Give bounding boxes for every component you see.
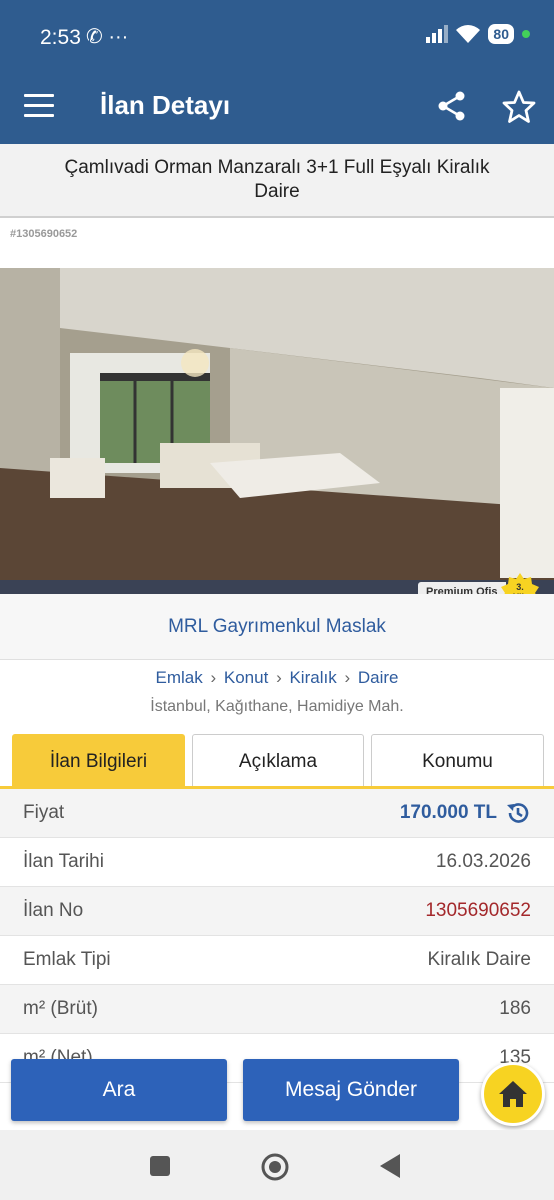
row-value: 186 [499, 998, 531, 1019]
listing-title: Çamlıvadi Orman Manzaralı 3+1 Full Eşyal… [0, 144, 554, 218]
row-label: İlan No [23, 900, 84, 921]
breadcrumb-item-konut[interactable]: Konut [224, 668, 268, 687]
table-row: İlan No 1305690652 [0, 887, 554, 936]
svg-text:3.: 3. [516, 582, 524, 592]
row-value: 16.03.2026 [435, 851, 531, 872]
home-nav-icon[interactable] [260, 1152, 290, 1182]
breadcrumb-item-kiralik[interactable]: Kiralık [289, 668, 336, 687]
room-photo-illustration [0, 268, 554, 580]
status-bar: 2:53 ✆ ··· 80 [0, 0, 554, 72]
app-bar: İlan Detayı [0, 72, 554, 144]
tab-aciklama[interactable]: Açıklama [192, 734, 364, 788]
status-right-icons: 80 [426, 24, 530, 44]
row-label: İlan Tarihi [23, 851, 104, 872]
status-time: 2:53 [40, 26, 81, 49]
breadcrumb-item-daire[interactable]: Daire [358, 668, 399, 687]
battery-icon: 80 [488, 24, 514, 44]
breadcrumb-separator: › [210, 668, 217, 687]
row-label: Emlak Tipi [23, 949, 111, 970]
back-icon[interactable] [380, 1154, 402, 1178]
row-label: Fiyat [23, 802, 65, 823]
table-row: m² (Brüt) 186 [0, 985, 554, 1034]
message-button[interactable]: Mesaj Gönder [243, 1059, 459, 1121]
recents-icon[interactable] [150, 1156, 170, 1176]
system-nav-bar [0, 1130, 554, 1200]
listing-id: #1305690652 [10, 228, 78, 240]
price-value[interactable]: 170.000 TL [400, 800, 531, 826]
tab-bar: İlan Bilgileri Açıklama Konumu [12, 734, 544, 788]
share-icon[interactable] [436, 90, 468, 122]
breadcrumb: Emlak › Konut › Kiralık › Daire [0, 668, 554, 688]
home-button[interactable] [481, 1062, 545, 1126]
table-row: İlan Tarihi 16.03.2026 [0, 838, 554, 887]
breadcrumb-separator: › [276, 668, 282, 687]
tab-ilan-bilgileri[interactable]: İlan Bilgileri [12, 734, 185, 788]
row-value: Kiralık Daire [427, 949, 531, 970]
tab-konumu[interactable]: Konumu [371, 734, 544, 788]
price-text: 170.000 TL [399, 802, 497, 823]
location-text: İstanbul, Kağıthane, Hamidiye Mah. [150, 698, 404, 715]
notification-icons: ✆ ··· [86, 26, 129, 48]
table-row: Fiyat 170.000 TL [0, 789, 554, 838]
table-row: Emlak Tipi Kiralık Daire [0, 936, 554, 985]
breadcrumb-item-emlak[interactable]: Emlak [156, 668, 203, 687]
favorite-star-icon[interactable] [502, 90, 536, 124]
wifi-icon [456, 25, 481, 43]
breadcrumb-separator: › [344, 668, 351, 687]
row-value: 1305690652 [425, 900, 531, 921]
signal-icon [426, 25, 449, 43]
home-icon [499, 1081, 527, 1107]
call-button[interactable]: Ara [11, 1059, 227, 1121]
row-label: m² (Brüt) [23, 998, 98, 1019]
price-history-icon[interactable] [505, 800, 531, 826]
listing-photo[interactable] [0, 268, 554, 580]
store-name-link[interactable]: MRL Gayrımenkul Maslak [168, 616, 386, 638]
menu-icon[interactable] [24, 94, 54, 122]
store-section: MRL Gayrımenkul Maslak [0, 594, 554, 660]
info-table: Fiyat 170.000 TL İlan Tarihi 16.03.2026 … [0, 789, 554, 1083]
privacy-indicator-dot [522, 30, 530, 38]
page-title: İlan Detayı [100, 90, 231, 120]
